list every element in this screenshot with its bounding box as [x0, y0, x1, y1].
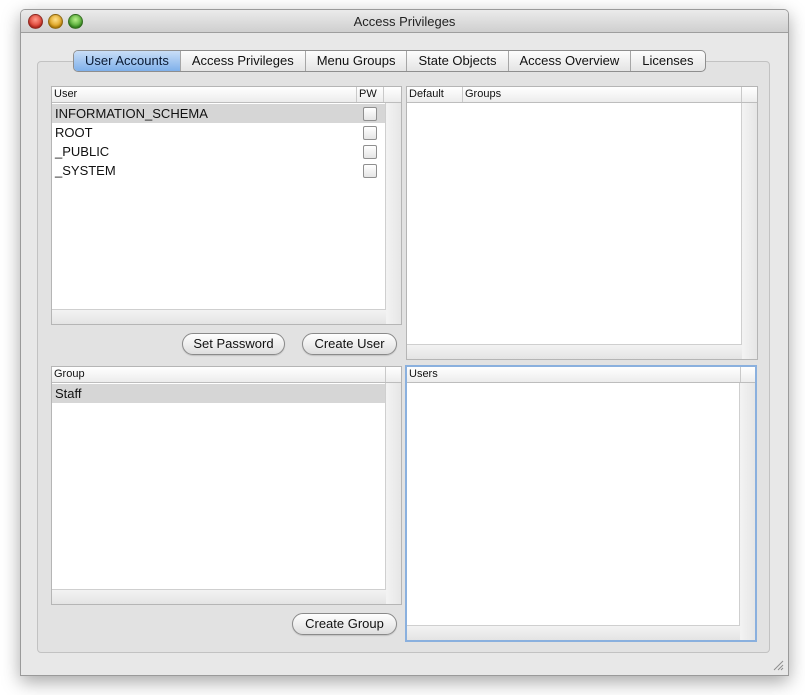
resize-grip-icon[interactable] [773, 660, 784, 671]
user-name: ROOT [55, 125, 93, 140]
user-row[interactable]: ROOT [52, 123, 386, 142]
pw-checkbox[interactable] [363, 107, 377, 121]
group-table[interactable]: Group Staff [51, 366, 402, 605]
default-column-header[interactable]: Default [407, 87, 463, 102]
pw-checkbox[interactable] [363, 126, 377, 140]
users-horizontal-scrollbar[interactable] [52, 309, 386, 324]
create-user-button[interactable]: Create User [302, 333, 397, 355]
groups-column-header[interactable]: Groups [463, 87, 742, 102]
user-name: INFORMATION_SCHEMA [55, 106, 208, 121]
user-groups-table-header: Default Groups [407, 87, 757, 103]
group-members-table-header: Users [407, 367, 755, 383]
user-groups-vertical-scrollbar[interactable] [741, 103, 757, 359]
tab-state-objects[interactable]: State Objects [407, 51, 509, 71]
title-bar[interactable]: Access Privileges [21, 10, 788, 33]
group-members-table[interactable]: Users [405, 365, 757, 642]
users-table-header: User PW [52, 87, 401, 103]
window-title: Access Privileges [353, 14, 456, 29]
group-column-header[interactable]: Group [52, 367, 386, 382]
app-window: Access Privileges User Accounts Access P… [20, 9, 789, 676]
user-name: _SYSTEM [55, 163, 116, 178]
group-table-header: Group [52, 367, 401, 383]
user-groups-table[interactable]: Default Groups [406, 86, 758, 360]
users-table[interactable]: User PW INFORMATION_SCHEMA ROOT _PUBLIC … [51, 86, 402, 325]
user-groups-horizontal-scrollbar[interactable] [407, 344, 742, 359]
pw-checkbox[interactable] [363, 145, 377, 159]
group-vertical-scrollbar[interactable] [385, 383, 401, 604]
user-row[interactable]: _PUBLIC [52, 142, 386, 161]
user-row[interactable]: INFORMATION_SCHEMA [52, 104, 386, 123]
tab-menu-groups[interactable]: Menu Groups [306, 51, 408, 71]
users-vertical-scrollbar[interactable] [385, 103, 401, 324]
tab-access-overview[interactable]: Access Overview [509, 51, 632, 71]
members-vertical-scrollbar[interactable] [739, 383, 755, 640]
user-name: _PUBLIC [55, 144, 110, 159]
user-row[interactable]: _SYSTEM [52, 161, 386, 180]
create-group-button[interactable]: Create Group [292, 613, 397, 635]
user-column-header[interactable]: User [52, 87, 357, 102]
tab-user-accounts[interactable]: User Accounts [74, 51, 181, 71]
pw-column-header[interactable]: PW [357, 87, 384, 102]
group-name: Staff [55, 386, 82, 401]
tab-access-privileges[interactable]: Access Privileges [181, 51, 306, 71]
group-horizontal-scrollbar[interactable] [52, 589, 386, 604]
members-horizontal-scrollbar[interactable] [407, 625, 740, 640]
tab-bar: User Accounts Access Privileges Menu Gro… [73, 50, 706, 72]
set-password-button[interactable]: Set Password [182, 333, 285, 355]
users-column-header[interactable]: Users [407, 367, 741, 382]
group-row[interactable]: Staff [52, 384, 386, 403]
tab-licenses[interactable]: Licenses [631, 51, 704, 71]
pw-checkbox[interactable] [363, 164, 377, 178]
